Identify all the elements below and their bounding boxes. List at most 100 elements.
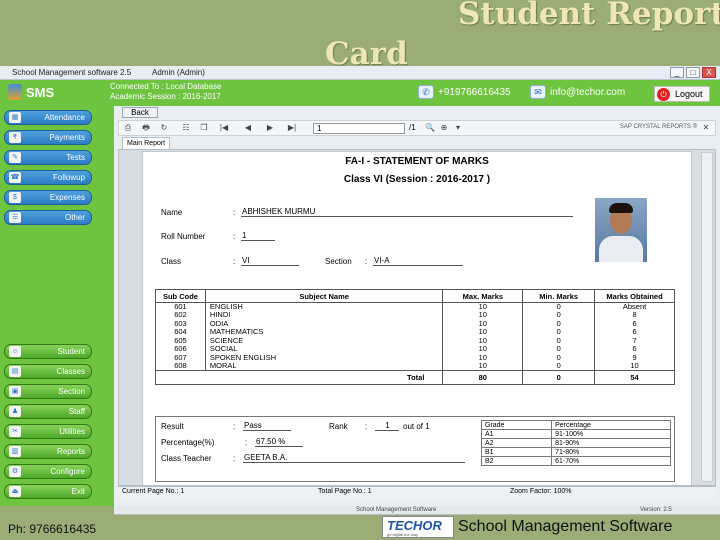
page-count: /1 (409, 123, 416, 132)
followup-icon: ☎ (9, 172, 21, 183)
col-marks-obtained: Marks Obtained (594, 289, 675, 303)
sidebar-item-label: Payments (49, 133, 85, 142)
sidebar-item-utilities[interactable]: ✂ Utilities (4, 424, 92, 439)
sidebar-item-staff[interactable]: ♟ Staff (4, 404, 92, 419)
sidebar-item-tests[interactable]: ✎ Tests (4, 150, 92, 165)
app-logo: SMS (8, 84, 54, 100)
report-tabs: Main Report (118, 137, 716, 149)
sidebar-item-label: Tests (66, 153, 85, 162)
total-row: Total 80 0 54 (154, 370, 675, 385)
teacher-label: Class Teacher (161, 454, 212, 463)
tab-main-report[interactable]: Main Report (122, 137, 171, 149)
section-label: Section (325, 257, 352, 266)
vertical-scrollbar[interactable] (701, 152, 713, 482)
sidebar-item-label: Attendance (44, 113, 85, 122)
min-marks: 0 (522, 362, 596, 371)
student-name: ABHISHEK MURMU (241, 207, 573, 217)
status-total-pages: Total Page No.: 1 (318, 488, 372, 495)
marks-table-header: Sub Code Subject Name Max. Marks Min. Ma… (155, 289, 675, 303)
maximize-button[interactable]: □ (686, 67, 700, 78)
sub-code: 608 (155, 362, 206, 371)
sidebar-item-configure[interactable]: ⚙ Configure (4, 464, 92, 479)
sidebar-item-label: Exit (71, 487, 85, 496)
sidebar-item-label: Configure (50, 467, 85, 476)
report-canvas: FA-I - STATEMENT OF MARKS Class VI (Sess… (118, 149, 716, 486)
rank-value: 1 (375, 421, 399, 431)
sidebar-item-label: Classes (56, 367, 85, 376)
subject-name: HINDI (204, 311, 444, 320)
close-button[interactable]: X (702, 67, 716, 78)
sidebar-item-expenses[interactable]: $ Expenses (4, 190, 92, 205)
sidebar-item-payments[interactable]: ₹ Payments (4, 130, 92, 145)
subject-name: ENGLISH (204, 302, 444, 311)
zoom-icon[interactable]: ⊕ (439, 123, 449, 133)
sidebar-item-reports[interactable]: ▥ Reports (4, 444, 92, 459)
teacher-value: GEETA B.A. (243, 453, 465, 463)
logout-button[interactable]: ⏻ Logout (654, 86, 710, 102)
subject-name: MORAL (204, 362, 444, 371)
col-min-marks: Min. Marks (522, 289, 596, 303)
section-icon: ▣ (9, 386, 21, 397)
grade: A2 (480, 438, 553, 448)
sidebar-item-exit[interactable]: ⏏ Exit (4, 484, 92, 499)
page-number-input[interactable] (313, 123, 405, 134)
subject-name: SPOKEN ENGLISH (204, 353, 444, 362)
staff-icon: ♟ (9, 406, 21, 417)
refresh-icon[interactable]: ↻ (159, 123, 169, 133)
email-contact: ✉ info@techor.com (530, 85, 625, 99)
other-icon: ☰ (9, 212, 21, 223)
window-controls: _ □ X (670, 67, 716, 78)
grade: B2 (480, 456, 553, 466)
window-user: Admin (Admin) (152, 68, 205, 77)
techor-logo-text: TECHOR (387, 518, 442, 533)
chevron-down-icon[interactable]: ▾ (453, 123, 463, 133)
section-colon: : (365, 257, 368, 266)
section-value: VI-A (373, 256, 463, 266)
first-page-icon[interactable]: |◀ (219, 123, 229, 133)
roll-label: Roll Number (161, 232, 206, 241)
table-row: A1 91-100% (480, 429, 671, 439)
group-tree-icon[interactable]: ☷ (181, 123, 191, 133)
last-page-icon[interactable]: ▶| (287, 123, 297, 133)
phone-number: +919766616435 (438, 86, 511, 98)
calendar-icon: ▦ (9, 112, 21, 123)
email-address: info@techor.com (550, 86, 626, 98)
close-icon[interactable]: ✕ (701, 123, 711, 133)
slide-title-line1: Student Report (458, 0, 720, 32)
export-icon[interactable]: ⎙ (123, 123, 133, 133)
sms-logo-icon (8, 84, 22, 100)
sidebar-item-label: Reports (56, 447, 85, 456)
sidebar-item-attendance[interactable]: ▦ Attendance (4, 110, 92, 125)
report-page: FA-I - STATEMENT OF MARKS Class VI (Sess… (143, 152, 691, 485)
app-header: SMS Connected To : Local Database Academ… (0, 80, 720, 106)
total-label: Total (154, 370, 444, 385)
minimize-button[interactable]: _ (670, 67, 684, 78)
find-icon[interactable]: 🔍 (425, 123, 435, 133)
grade-table: Grade Percentage A1 91-100% A2 81-90% B1 71… (480, 420, 671, 466)
marks-table: Sub Code Subject Name Max. Marks Min. Ma… (154, 289, 675, 385)
student-photo (595, 198, 647, 262)
copy-icon[interactable]: ❐ (199, 123, 209, 133)
expenses-icon: $ (9, 192, 21, 203)
footer-phone: Ph: 9766616435 (8, 522, 97, 536)
prev-page-icon[interactable]: ◀ (243, 123, 253, 133)
sidebar-item-followup[interactable]: ☎ Followup (4, 170, 92, 185)
slide: Student Report Card School Management so… (0, 0, 720, 540)
payments-icon: ₹ (9, 132, 21, 143)
percentage-colon: : (245, 438, 248, 447)
sidebar-item-section[interactable]: ▣ Section (4, 384, 92, 399)
back-button[interactable]: Back (122, 107, 158, 118)
next-page-icon[interactable]: ▶ (265, 123, 275, 133)
techor-logo-tagline: go digital the way (387, 532, 418, 537)
reports-icon: ▥ (9, 446, 21, 457)
print-icon[interactable]: 🖶 (141, 123, 151, 133)
result-colon: : (233, 422, 236, 431)
sidebar-item-other[interactable]: ☰ Other (4, 210, 92, 225)
percentage-label: Percentage(%) (161, 438, 215, 447)
sidebar-item-student[interactable]: ☺ Student (4, 344, 92, 359)
max-marks: 10 (442, 362, 524, 371)
roll-colon: : (233, 232, 236, 241)
mail-icon: ✉ (530, 85, 546, 99)
sidebar-item-classes[interactable]: ▤ Classes (4, 364, 92, 379)
logout-label: Logout (675, 89, 703, 99)
